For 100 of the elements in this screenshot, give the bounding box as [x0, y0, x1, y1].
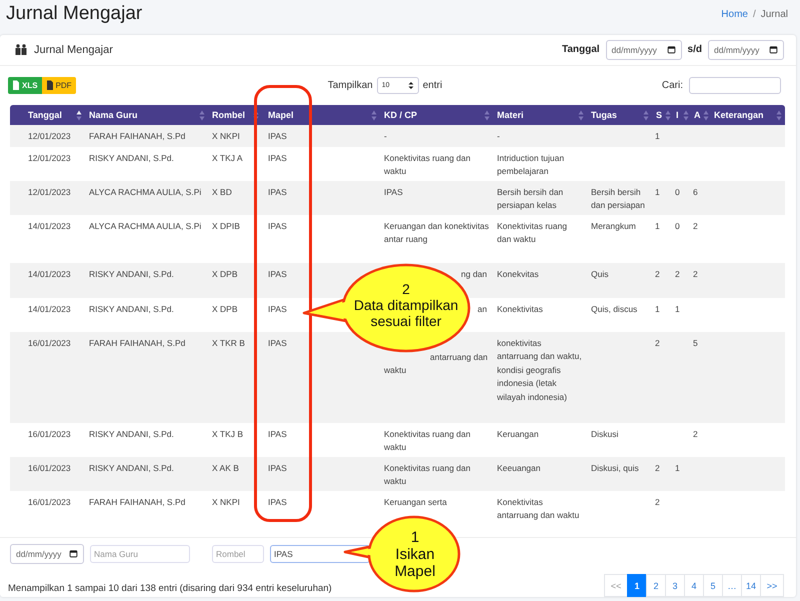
length-label: entri — [422, 80, 442, 91]
select-arrows-icon — [408, 80, 414, 90]
table-cell: 2 — [655, 268, 660, 279]
table-cell: - — [384, 130, 387, 141]
table-cell: ALYCA RACHMA AULIA, S.Pi — [89, 186, 202, 197]
table-cell: 16/01/2023 — [28, 462, 71, 473]
table-cell: 2 — [655, 338, 660, 348]
table-cell: IPAS — [268, 338, 287, 348]
page-link[interactable]: 5 — [703, 574, 723, 597]
table-cell: X NKPI — [212, 496, 240, 507]
page-link[interactable]: 14 — [741, 574, 761, 597]
table-cell: Keeuangan — [497, 462, 540, 473]
column-header[interactable]: Keterangan — [710, 104, 785, 125]
column-header[interactable]: Mapel — [262, 104, 380, 125]
table-cell: Keruangan serta — [384, 496, 447, 507]
file-icon — [46, 80, 54, 90]
table-cell: X NKPI — [212, 130, 240, 141]
table-cell: IPAS — [268, 220, 287, 231]
table-cell: X DPIB — [212, 220, 240, 231]
table-cell: ALYCA RACHMA AULIA, S.Pi — [89, 220, 202, 231]
length-label: Tampilkan — [328, 80, 373, 91]
table-cell: IPAS — [268, 428, 287, 439]
table-cell: IPAS — [268, 496, 287, 507]
page-link[interactable]: 4 — [684, 574, 704, 597]
table-cell: 16/01/2023 — [28, 338, 71, 348]
table-cell: 14/01/2023 — [28, 220, 71, 231]
table-cell: 0 — [675, 220, 680, 231]
table-cell: Konektivitas ruang dan waktu — [384, 152, 470, 176]
table-cell: FARAH FAIHANAH, S.Pd — [89, 496, 186, 507]
card-title: Jurnal Mengajar — [34, 44, 113, 56]
table-cell: 1 — [655, 220, 660, 231]
table-cell: Diskusi, quis — [591, 462, 639, 473]
table-cell: RISKY ANDANI, S.Pd. — [89, 428, 174, 439]
calendar-icon — [666, 45, 676, 54]
page-title: Jurnal Mengajar — [6, 3, 142, 25]
table-cell: 2 — [655, 496, 660, 507]
table-cell: Konektivitas ruang dan waktu — [384, 462, 470, 486]
search-field[interactable] — [688, 76, 781, 94]
page-link[interactable]: >> — [760, 574, 784, 597]
page-link[interactable]: 1 — [627, 574, 647, 597]
table-cell: X TKJ A — [212, 152, 243, 163]
page-link[interactable]: … — [722, 574, 742, 597]
table-cell: Konektivitas antarruang dan waktu — [497, 496, 580, 520]
table-cell: 2 — [693, 428, 698, 439]
table-cell: IPAS — [268, 186, 287, 197]
table-cell: Konekvitas — [497, 268, 539, 279]
table-cell: 16/01/2023 — [28, 428, 71, 439]
table-cell: FARAH FAIHANAH, S.Pd — [89, 130, 186, 141]
filter-field[interactable]: Rombel — [212, 544, 264, 563]
table-cell: X DPB — [212, 304, 238, 314]
filter-field[interactable]: Nama Guru — [90, 544, 190, 563]
column-header[interactable]: Rombel — [208, 104, 262, 125]
table-cell: Konektivitas — [497, 304, 543, 314]
table-cell: 2 — [675, 268, 680, 279]
table-cell: 14/01/2023 — [28, 304, 71, 314]
date-from-field[interactable]: dd/mm/yyyy — [606, 40, 682, 60]
column-header[interactable]: Tugas — [587, 104, 652, 125]
table-cell: 5 — [693, 338, 698, 348]
callout-text: Mapel — [394, 562, 436, 580]
table-cell: 2 — [693, 220, 698, 231]
column-header[interactable]: KD / CP — [380, 104, 493, 125]
callout-text: 2 — [402, 281, 410, 297]
table-cell: X BD — [212, 186, 232, 197]
table-cell: konektivitas antarruang dan waktu, kondisi geografis indonesia (letak wilayah indonesia) — [497, 338, 582, 402]
column-header[interactable]: Tanggal — [10, 104, 85, 125]
page-link[interactable]: 2 — [646, 574, 666, 597]
table-cell: IPAS — [268, 304, 287, 314]
table-cell: Quis — [591, 268, 608, 279]
page-link[interactable]: 3 — [665, 574, 685, 597]
table-cell: Konektivitas ruang dan waktu — [497, 220, 567, 244]
column-header[interactable]: I — [672, 104, 690, 125]
table-cell: Keruangan dan konektivitas antar ruang — [384, 220, 489, 244]
table-cell: IPAS — [268, 462, 287, 473]
table-cell: IPAS — [268, 152, 287, 163]
table-cell: 2 — [655, 462, 660, 473]
table-cell: RISKY ANDANI, S.Pd. — [89, 152, 174, 163]
date-filter-field[interactable]: dd/mm/yyyy — [10, 544, 84, 564]
column-header[interactable]: A — [690, 104, 710, 125]
column-header[interactable]: Materi — [493, 104, 587, 125]
table-cell: IPAS — [268, 130, 287, 141]
breadcrumb-item[interactable]: Home — [721, 8, 748, 20]
breadcrumb-item: Jurnal — [760, 8, 788, 20]
date-label: Tanggal — [562, 44, 600, 56]
table-cell: 0 — [675, 186, 680, 197]
table-cell: Bersih bersih dan persiapan — [591, 186, 645, 210]
table-cell: Intriduction tujuan pembelajaran — [497, 152, 564, 176]
table-cell: Keruangan — [497, 428, 539, 439]
column-header[interactable]: S — [652, 104, 672, 125]
table-cell: X DPB — [212, 268, 238, 279]
table-cell: X TKR B — [212, 338, 245, 348]
column-header[interactable]: Nama Guru — [85, 104, 208, 125]
table-cell: Diskusi — [591, 428, 618, 439]
table-cell: 12/01/2023 — [28, 130, 71, 141]
export-button[interactable]: PDF — [42, 76, 76, 94]
table-cell: IPAS — [268, 268, 287, 279]
people-icon — [15, 44, 27, 56]
table-cell: ng dan — [461, 268, 487, 279]
table-cell: 14/01/2023 — [28, 268, 71, 279]
table-cell: 2 — [693, 268, 698, 279]
date-to-field[interactable]: dd/mm/yyyy — [708, 40, 784, 60]
